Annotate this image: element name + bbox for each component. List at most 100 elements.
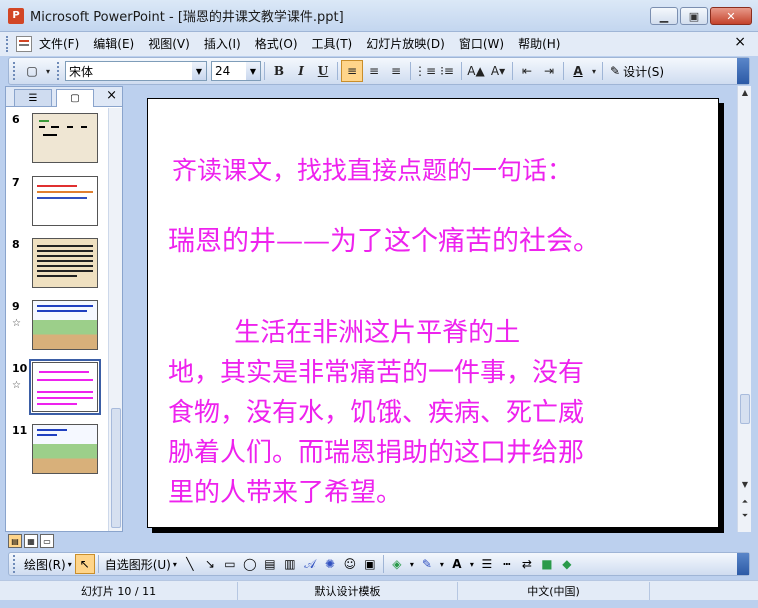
autoshapes-button[interactable]: 自选图形(U) ▾ — [102, 556, 180, 573]
thumbnails-scrollbar[interactable] — [108, 108, 122, 531]
font-name-select[interactable]: 宋体 ▼ — [65, 61, 207, 81]
close-window-button[interactable]: ✕ — [710, 7, 752, 25]
menu-edit[interactable]: 编辑(E) — [86, 33, 141, 55]
scrollbar-thumb[interactable] — [111, 408, 121, 528]
design-button[interactable]: ✎ 设计(S) — [606, 63, 668, 80]
chevron-down-icon[interactable]: ▾ — [407, 554, 417, 574]
line-style-icon[interactable]: ☰ — [477, 554, 497, 574]
close-pane-button[interactable]: × — [106, 88, 117, 103]
dash-style-icon[interactable]: ┅ — [497, 554, 517, 574]
rectangle-icon[interactable]: ▭ — [220, 554, 240, 574]
toolbar-grip[interactable] — [13, 555, 17, 573]
toolbar-options-icon[interactable] — [737, 553, 749, 575]
scroll-up-icon[interactable]: ▲ — [738, 86, 752, 98]
slide-number: 8 — [12, 238, 20, 251]
line-icon[interactable]: ╲ — [180, 554, 200, 574]
menu-view[interactable]: 视图(V) — [141, 33, 197, 55]
bulleted-list-icon[interactable]: ⁝≡ — [436, 60, 458, 82]
slide-thumbnail-9[interactable] — [32, 300, 98, 350]
slideshow-view-icon[interactable]: ▭ — [40, 534, 54, 548]
chevron-down-icon[interactable]: ▼ — [246, 62, 260, 80]
textbox-icon[interactable]: ▤ — [260, 554, 280, 574]
menu-format[interactable]: 格式(O) — [248, 33, 305, 55]
increase-indent-icon[interactable]: ⇥ — [538, 60, 560, 82]
picture-icon[interactable]: ▣ — [360, 554, 380, 574]
slide-scrollbar[interactable]: ▲ ▼ ⏶ ⏷ — [737, 86, 751, 532]
chevron-down-icon[interactable]: ▼ — [192, 62, 206, 80]
design-label: 设计(S) — [623, 64, 665, 79]
numbered-list-icon[interactable]: ⋮≡ — [414, 60, 436, 82]
slide-thumbnail-10[interactable] — [29, 359, 101, 415]
diagram-icon[interactable]: ✺ — [320, 554, 340, 574]
increase-font-icon[interactable]: A▲ — [465, 60, 487, 82]
chevron-down-icon[interactable]: ▾ — [589, 60, 599, 82]
normal-view-icon[interactable]: ▤ — [8, 534, 22, 548]
menu-file[interactable]: 文件(F) — [32, 33, 86, 55]
scrollbar-thumb[interactable] — [740, 394, 750, 424]
chevron-down-icon: ▾ — [172, 559, 177, 569]
underline-button[interactable]: U — [312, 60, 334, 82]
3d-style-icon[interactable]: ◆ — [557, 554, 577, 574]
oval-icon[interactable]: ◯ — [240, 554, 260, 574]
vertical-textbox-icon[interactable]: ▥ — [280, 554, 300, 574]
fill-color-icon[interactable]: ◈ — [387, 554, 407, 574]
draw-menu-button[interactable]: 绘图(R) ▾ — [21, 556, 75, 573]
slide-number: 10 — [12, 362, 28, 375]
clipart-icon[interactable]: ☺ — [340, 554, 360, 574]
menu-bar: 文件(F) 编辑(E) 视图(V) 插入(I) 格式(O) 工具(T) 幻灯片放… — [0, 32, 758, 56]
menu-window[interactable]: 窗口(W) — [452, 33, 511, 55]
arrow-icon[interactable]: ↘ — [200, 554, 220, 574]
align-right-icon[interactable]: ≡ — [385, 60, 407, 82]
slide-sorter-icon[interactable]: ▦ — [24, 534, 38, 548]
slide-thumbnail-7[interactable] — [32, 176, 98, 226]
align-left-icon[interactable]: ≡ — [341, 60, 363, 82]
current-slide[interactable]: 齐读课文，找找直接点题的一句话： 瑞恩的井——为了这个痛苦的社会。 生活在非洲这… — [147, 98, 719, 528]
arrow-style-icon[interactable]: ⇄ — [517, 554, 537, 574]
minimize-button[interactable]: ▁ — [650, 7, 678, 25]
italic-button[interactable]: I — [290, 60, 312, 82]
chevron-down-icon[interactable]: ▾ — [467, 554, 477, 574]
chevron-down-icon[interactable]: ▾ — [43, 60, 53, 82]
chevron-down-icon[interactable]: ▾ — [437, 554, 447, 574]
menu-slideshow[interactable]: 幻灯片放映(D) — [359, 33, 452, 55]
menu-grip[interactable] — [6, 36, 12, 52]
tab-outline[interactable]: ☰ — [14, 89, 52, 106]
menu-tools[interactable]: 工具(T) — [305, 33, 360, 55]
toolbar-grip[interactable] — [13, 62, 17, 80]
decrease-indent-icon[interactable]: ⇤ — [516, 60, 538, 82]
language-indicator: 中文(中国) — [458, 581, 650, 600]
slide-thumbnails: 6 7 8 9 ☆ 10 ☆ 11 — [6, 108, 110, 531]
font-color-icon[interactable]: A — [447, 554, 467, 574]
menu-insert[interactable]: 插入(I) — [197, 33, 248, 55]
line-color-icon[interactable]: ✎ — [417, 554, 437, 574]
select-pointer-icon[interactable]: ↖ — [74, 554, 95, 574]
font-name-value: 宋体 — [69, 64, 94, 79]
slide-paragraph[interactable]: 生活在非洲这片平脊的土 地，其实是非常痛苦的一件事，没有 食物，没有水，饥饿、疾… — [168, 313, 584, 513]
slide-thumbnail-6[interactable] — [32, 113, 98, 163]
font-color-icon[interactable]: A — [567, 60, 589, 82]
bold-button[interactable]: B — [268, 60, 290, 82]
slide-thumbnail-8[interactable] — [32, 238, 98, 288]
slide-thumbnail-11[interactable] — [32, 424, 98, 474]
new-document-icon[interactable]: ▢ — [21, 60, 43, 82]
wordart-icon[interactable]: 𝒜 — [300, 554, 320, 574]
title-bar: P Microsoft PowerPoint - [瑞恩的井课文教学课件.ppt… — [0, 0, 758, 32]
tab-slides[interactable]: ▢ — [56, 89, 94, 107]
previous-slide-icon[interactable]: ⏶ — [738, 496, 752, 508]
align-center-icon[interactable]: ≡ — [363, 60, 385, 82]
toolbar-separator — [264, 62, 265, 80]
toolbar-options-icon[interactable] — [737, 58, 749, 84]
slide-line-1[interactable]: 齐读课文，找找直接点题的一句话： — [172, 151, 572, 187]
next-slide-icon[interactable]: ⏷ — [738, 510, 752, 522]
font-size-select[interactable]: 24 ▼ — [211, 61, 261, 81]
document-icon[interactable] — [16, 36, 32, 52]
design-template[interactable]: 默认设计模板 — [238, 581, 458, 600]
decrease-font-icon[interactable]: A▾ — [487, 60, 509, 82]
slide-line-2[interactable]: 瑞恩的井——为了这个痛苦的社会。 — [168, 219, 600, 258]
toolbar-grip[interactable] — [57, 62, 61, 80]
scroll-down-icon[interactable]: ▼ — [738, 478, 752, 490]
close-document-button[interactable]: × — [734, 34, 746, 50]
restore-button[interactable]: ▣ — [680, 7, 708, 25]
shadow-style-icon[interactable]: ■ — [537, 554, 557, 574]
menu-help[interactable]: 帮助(H) — [511, 33, 567, 55]
